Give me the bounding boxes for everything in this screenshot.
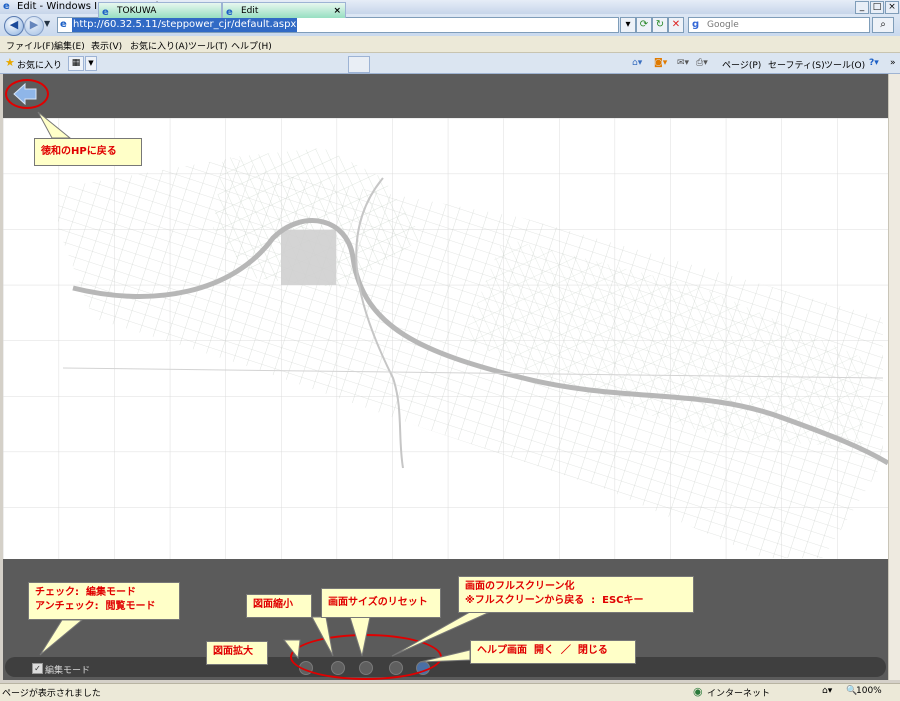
status-bar: ページが表示されました ◉ インターネット ⌂▾ 🔍 100% [0,683,900,701]
callout-help: ヘルプ画面 開く ／ 閉じる [470,640,636,664]
callout-zoom-out: 図面縮小 [246,594,312,618]
callout-zoom-in: 図面拡大 [206,641,268,665]
vertical-scrollbar[interactable] [888,74,900,680]
callout-back-home: 徳和のHPに戻る [34,138,142,166]
protected-mode-icon[interactable]: ⌂▾ [822,686,832,696]
zone-text: インターネット [707,689,771,699]
zoom-level[interactable]: 100% [856,686,882,696]
callout-edit-mode: チェック: 編集モード アンチェック: 閲覧モード [28,582,180,620]
globe-icon: ◉ [693,685,703,698]
callout-reset-size: 画面サイズのリセット [321,588,441,618]
status-text: ページが表示されました [2,689,101,699]
callout-fullscreen: 画面のフルスクリーン化 ※フルスクリーンから戻る : ESCキー [458,576,694,613]
